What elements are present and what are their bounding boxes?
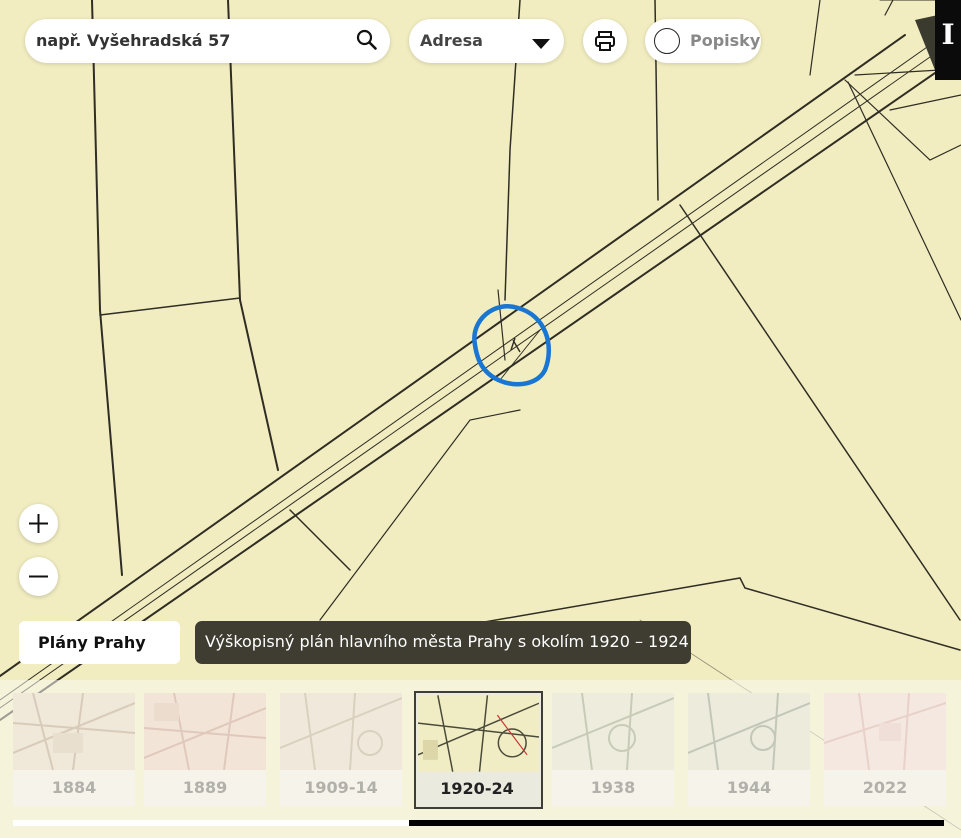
timeline-item-label: 1938 xyxy=(590,778,636,797)
timeline-item-label: 2022 xyxy=(862,778,908,797)
timeline-scrollbar[interactable] xyxy=(13,820,944,826)
map-thumbnail xyxy=(688,693,810,770)
print-button[interactable] xyxy=(583,19,627,63)
search-type-value: Adresa xyxy=(420,31,483,50)
map-title-text: Výškopisný plán hlavního města Prahy s o… xyxy=(205,632,689,651)
zoom-in-button[interactable] xyxy=(19,504,58,543)
map-thumbnail xyxy=(13,693,135,770)
labels-toggle-label: Popisky xyxy=(690,31,761,50)
info-icon: I xyxy=(941,18,955,51)
checkbox-circle-icon[interactable] xyxy=(654,28,680,54)
plus-icon xyxy=(29,514,48,533)
plans-button-label: Plány Prahy xyxy=(38,633,146,652)
timeline-item-1909-14[interactable]: 1909-14 xyxy=(280,693,402,806)
timeline-item-label: 1889 xyxy=(182,778,228,797)
timeline-scrollbar-thumb[interactable] xyxy=(408,820,944,826)
timeline-item-2022[interactable]: 2022 xyxy=(824,693,946,806)
timeline-item-1889[interactable]: 1889 xyxy=(144,693,266,806)
map-title-tooltip: Výškopisný plán hlavního města Prahy s o… xyxy=(195,621,691,664)
timeline-item-1938[interactable]: 1938 xyxy=(552,693,674,806)
timeline-item-1944[interactable]: 1944 xyxy=(688,693,810,806)
search-box[interactable]: např. Vyšehradská 57 xyxy=(25,19,390,63)
dropdown-arrow-icon xyxy=(532,35,550,54)
search-input[interactable]: např. Vyšehradská 57 xyxy=(36,31,230,50)
minus-icon xyxy=(29,575,48,578)
timeline-item-1920-24[interactable]: 1920-24 xyxy=(414,691,543,809)
map-thumbnail xyxy=(418,695,539,772)
search-type-select[interactable]: Adresa xyxy=(409,19,564,63)
info-button[interactable]: I xyxy=(935,0,961,80)
map-thumbnail xyxy=(144,693,266,770)
map-thumbnail xyxy=(280,693,402,770)
timeline-item-label: 1920-24 xyxy=(440,779,514,798)
search-icon[interactable] xyxy=(356,29,378,55)
timeline-item-label: 1909-14 xyxy=(304,778,378,797)
map-thumbnail xyxy=(824,693,946,770)
printer-icon xyxy=(593,29,617,57)
timeline-item-1884[interactable]: 1884 xyxy=(13,693,135,806)
labels-toggle[interactable]: Popisky xyxy=(645,19,761,63)
map-thumbnail xyxy=(552,693,674,770)
timeline-item-label: 1884 xyxy=(51,778,97,797)
plans-button[interactable]: Plány Prahy xyxy=(19,621,180,664)
zoom-out-button[interactable] xyxy=(19,557,58,596)
timeline-item-label: 1944 xyxy=(726,778,772,797)
